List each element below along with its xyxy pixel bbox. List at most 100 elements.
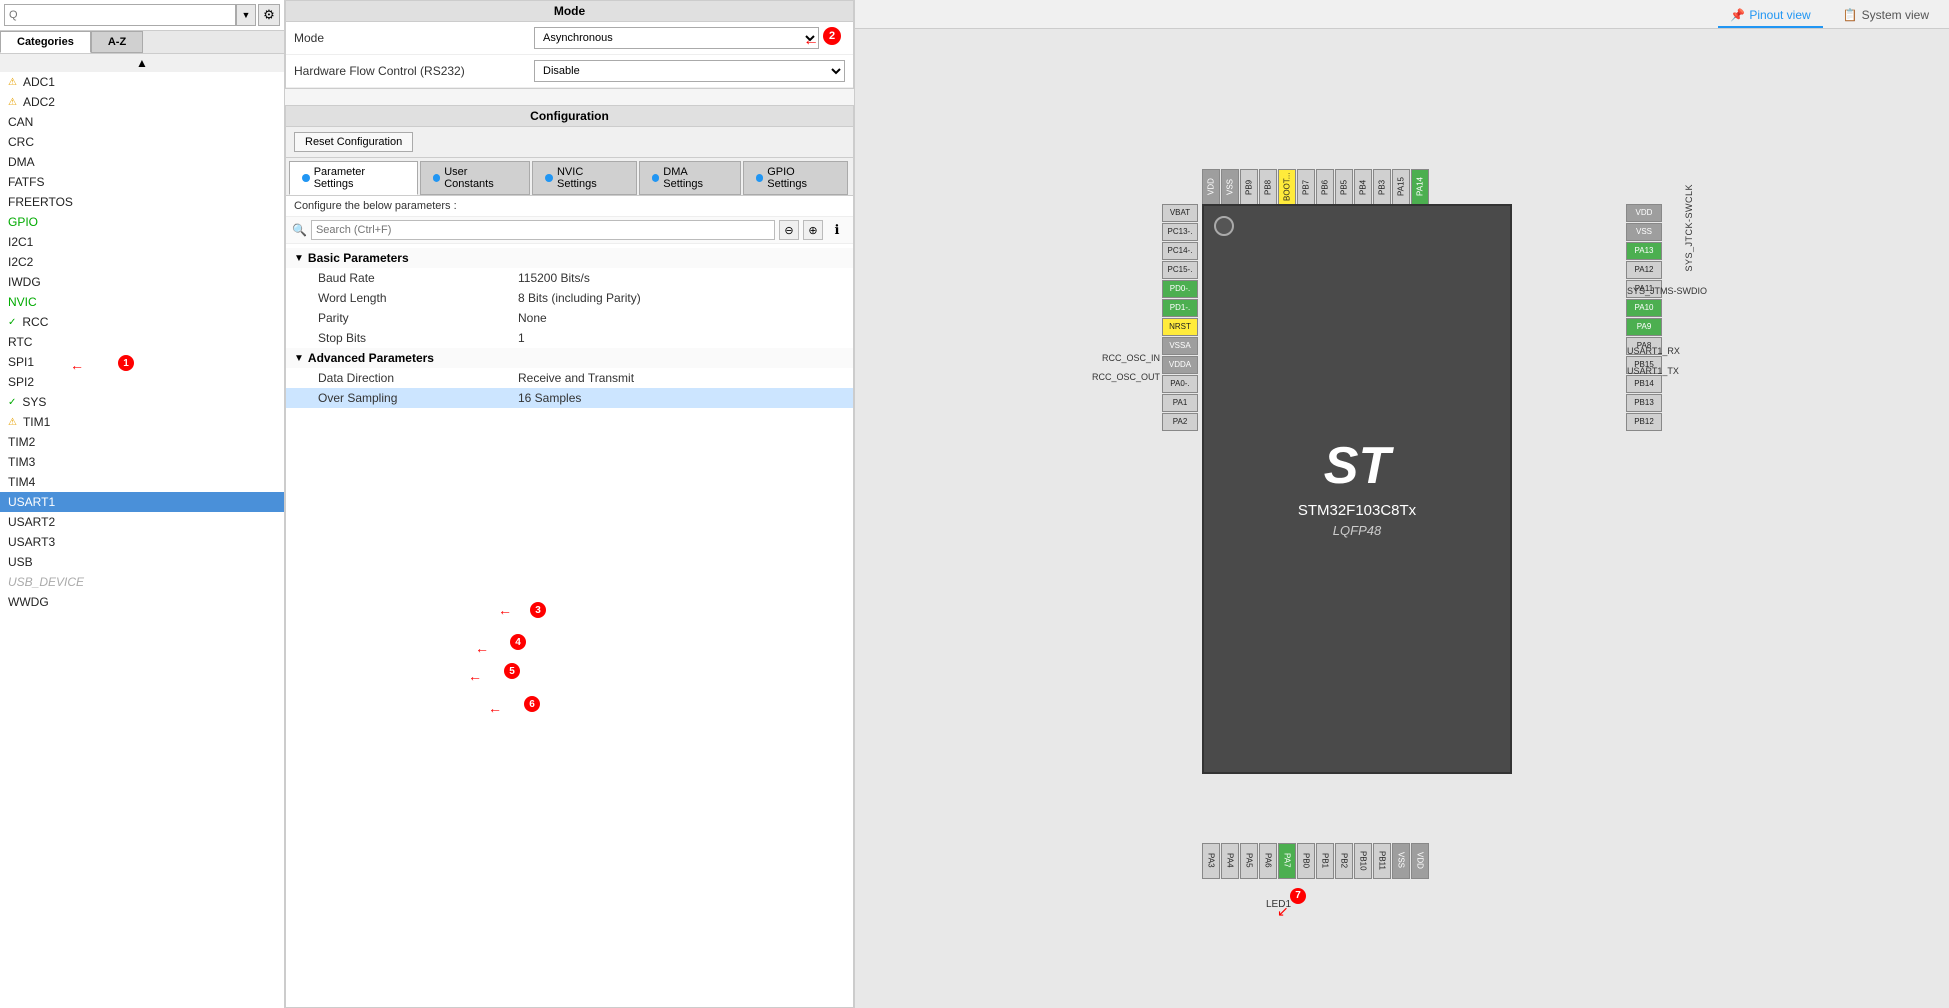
pin-vdda[interactable]: VDDA	[1162, 356, 1198, 374]
pin-pa0[interactable]: PA0-.	[1162, 375, 1198, 393]
nav-item-tim4[interactable]: TIM4 ←	[0, 472, 284, 492]
pin-pa14[interactable]: PA14	[1411, 169, 1429, 205]
pin-pc13[interactable]: PC13-.	[1162, 223, 1198, 241]
tab-parameter-settings[interactable]: Parameter Settings	[289, 161, 418, 195]
parity-label: Parity	[318, 311, 518, 325]
mode-select[interactable]: Asynchronous Synchronous Single Wire (Ha…	[534, 27, 819, 49]
annotation-2: 2 ←	[823, 27, 845, 49]
pin-pc15[interactable]: PC15-.	[1162, 261, 1198, 279]
tab-pinout-view[interactable]: 📌 Pinout view	[1718, 4, 1822, 28]
pin-vss-b[interactable]: VSS	[1392, 843, 1410, 879]
pin-pa3[interactable]: PA3	[1202, 843, 1220, 879]
nav-item-rtc[interactable]: RTC	[0, 332, 284, 352]
pin-vdd[interactable]: VDD	[1202, 169, 1220, 205]
nav-item-adc2[interactable]: ADC2	[0, 92, 284, 112]
nav-item-label: TIM3	[8, 455, 35, 469]
pin-pb6[interactable]: PB6	[1316, 169, 1334, 205]
pin-pa6[interactable]: PA6	[1259, 843, 1277, 879]
nav-item-fatfs[interactable]: FATFS	[0, 172, 284, 192]
tab-nvic-settings[interactable]: NVIC Settings	[532, 161, 636, 195]
pin-pa1[interactable]: PA1	[1162, 394, 1198, 412]
nav-item-freertos[interactable]: FREERTOS	[0, 192, 284, 212]
search-input[interactable]	[4, 4, 236, 26]
nav-item-rcc[interactable]: RCC	[0, 312, 284, 332]
nav-item-label: GPIO	[8, 215, 38, 229]
nav-item-usart2[interactable]: USART2	[0, 512, 284, 532]
nav-item-tim1[interactable]: TIM1	[0, 412, 284, 432]
nav-item-usb[interactable]: USB	[0, 552, 284, 572]
tab-bar: Categories A-Z	[0, 31, 284, 54]
pin-pb12[interactable]: PB12	[1626, 413, 1662, 431]
nav-item-nvic[interactable]: NVIC	[0, 292, 284, 312]
pin-pb13[interactable]: PB13	[1626, 394, 1662, 412]
pin-vdd-r[interactable]: VDD	[1626, 204, 1662, 222]
params-search-input[interactable]	[311, 220, 775, 240]
pin-pb3[interactable]: PB3	[1373, 169, 1391, 205]
nav-item-label: NVIC	[8, 295, 37, 309]
pin-boot[interactable]: BOOT...	[1278, 169, 1296, 205]
pin-pb4[interactable]: PB4	[1354, 169, 1372, 205]
pin-vss-r[interactable]: VSS	[1626, 223, 1662, 241]
nav-item-usart1[interactable]: USART1	[0, 492, 284, 512]
tab-categories[interactable]: Categories	[0, 31, 91, 53]
nav-item-usb-device[interactable]: USB_DEVICE	[0, 572, 284, 592]
advanced-params-group[interactable]: ▼ Advanced Parameters	[286, 348, 853, 368]
left-panel: ▼ ⚙ Categories A-Z ▲ ADC1 ADC2 CAN CRC D…	[0, 0, 285, 1008]
nav-item-crc[interactable]: CRC	[0, 132, 284, 152]
pin-pb8[interactable]: PB8	[1259, 169, 1277, 205]
nav-item-usart3[interactable]: USART3	[0, 532, 284, 552]
nav-item-iwdg[interactable]: IWDG	[0, 272, 284, 292]
gear-button[interactable]: ⚙	[258, 4, 280, 26]
pin-pb1[interactable]: PB1	[1316, 843, 1334, 879]
flow-control-row: Hardware Flow Control (RS232) Disable CT…	[286, 55, 853, 88]
pin-vssa[interactable]: VSSA	[1162, 337, 1198, 355]
tab-user-constants[interactable]: User Constants	[420, 161, 531, 195]
basic-params-group[interactable]: ▼ Basic Parameters	[286, 248, 853, 268]
pin-pb5[interactable]: PB5	[1335, 169, 1353, 205]
pin-pa15[interactable]: PA15	[1392, 169, 1410, 205]
reset-config-button[interactable]: Reset Configuration	[294, 132, 413, 152]
nav-item-dma[interactable]: DMA	[0, 152, 284, 172]
pin-vss[interactable]: VSS	[1221, 169, 1239, 205]
pin-pa4[interactable]: PA4	[1221, 843, 1239, 879]
pin-pa7[interactable]: PA7	[1278, 843, 1296, 879]
pin-pb9[interactable]: PB9	[1240, 169, 1258, 205]
nav-item-wwdg[interactable]: WWDG	[0, 592, 284, 612]
nav-item-spi1[interactable]: SPI1	[0, 352, 284, 372]
label-rcc-osc-out: RCC_OSC_OUT	[1102, 368, 1160, 386]
pin-pc14[interactable]: PC14-.	[1162, 242, 1198, 260]
tab-a-to-z[interactable]: A-Z	[91, 31, 143, 53]
pin-vbat[interactable]: VBAT	[1162, 204, 1198, 222]
pin-pb11[interactable]: PB11	[1373, 843, 1391, 879]
nav-item-sys[interactable]: SYS	[0, 392, 284, 412]
nav-item-i2c1[interactable]: I2C1	[0, 232, 284, 252]
info-button[interactable]: ℹ	[827, 220, 847, 240]
word-length-row: Word Length 8 Bits (including Parity)	[286, 288, 853, 308]
pin-pd0[interactable]: PD0-.	[1162, 280, 1198, 298]
nav-item-i2c2[interactable]: I2C2	[0, 252, 284, 272]
pin-nrst[interactable]: NRST	[1162, 318, 1198, 336]
nav-item-adc1[interactable]: ADC1	[0, 72, 284, 92]
pin-pb0[interactable]: PB0	[1297, 843, 1315, 879]
nav-item-spi2[interactable]: SPI2	[0, 372, 284, 392]
expand-all-button[interactable]: ⊕	[803, 220, 823, 240]
collapse-all-button[interactable]: ⊖	[779, 220, 799, 240]
pin-pa2[interactable]: PA2	[1162, 413, 1198, 431]
nav-item-label: I2C2	[8, 255, 33, 269]
tab-system-view[interactable]: 📋 System view	[1831, 4, 1941, 28]
pin-pb10[interactable]: PB10	[1354, 843, 1372, 879]
collapse-arrow[interactable]: ▲	[0, 54, 284, 72]
nav-item-gpio[interactable]: GPIO	[0, 212, 284, 232]
tab-dma-settings[interactable]: DMA Settings	[639, 161, 741, 195]
nav-item-can[interactable]: CAN	[0, 112, 284, 132]
pin-pb7[interactable]: PB7	[1297, 169, 1315, 205]
pin-pa5[interactable]: PA5	[1240, 843, 1258, 879]
nav-item-tim2[interactable]: TIM2	[0, 432, 284, 452]
nav-item-tim3[interactable]: TIM3	[0, 452, 284, 472]
pin-pd1[interactable]: PD1-.	[1162, 299, 1198, 317]
pin-pb2[interactable]: PB2	[1335, 843, 1353, 879]
annotation-arrow-6: ←	[488, 700, 502, 716]
tab-gpio-settings[interactable]: GPIO Settings	[743, 161, 848, 195]
pin-vdd-b[interactable]: VDD	[1411, 843, 1429, 879]
flow-control-select[interactable]: Disable CTS Only RTS Only CTS/RTS	[534, 60, 845, 82]
